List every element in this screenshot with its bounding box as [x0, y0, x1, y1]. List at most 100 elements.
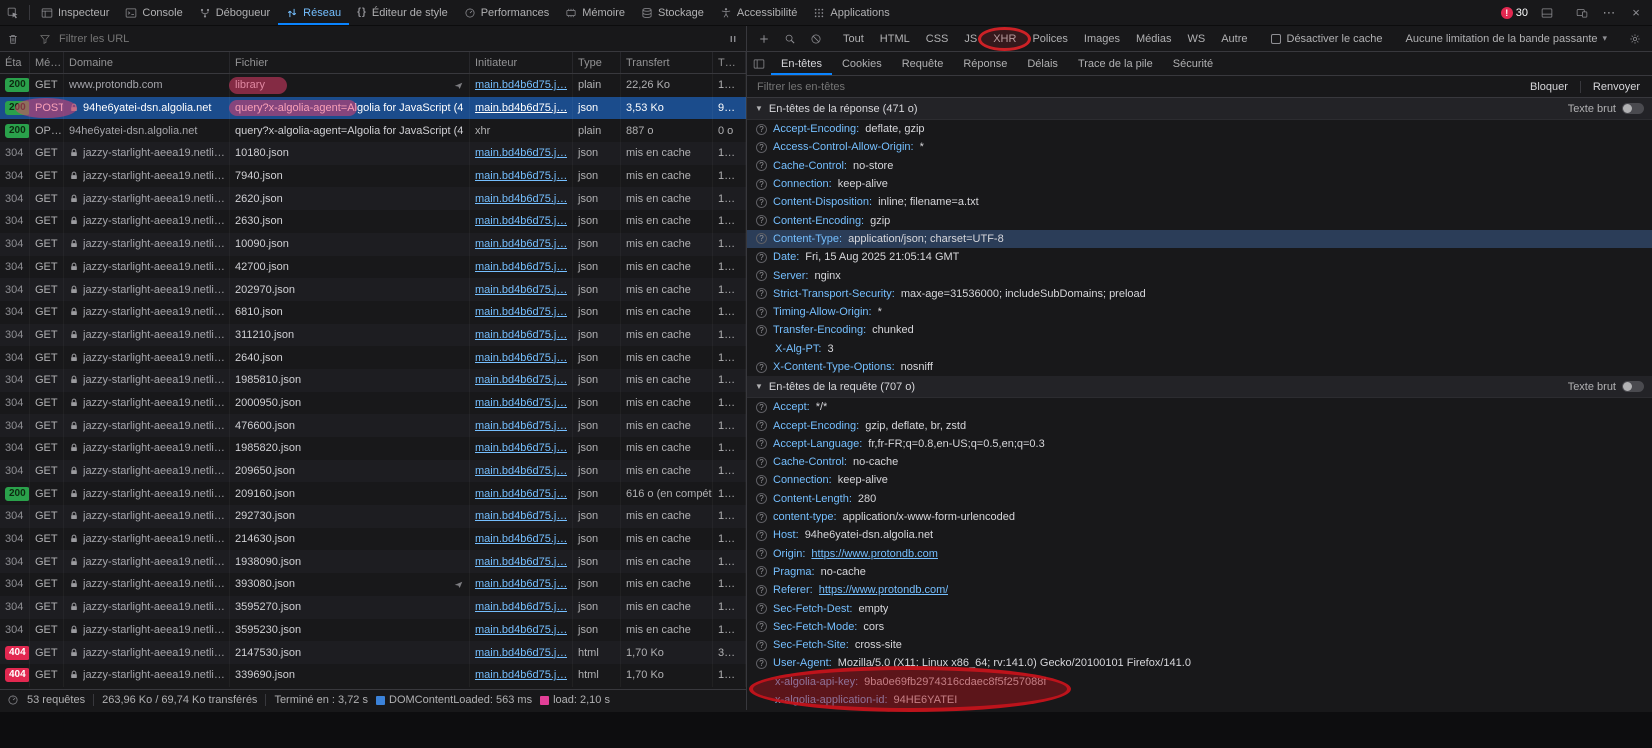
response-header-row[interactable]: ?Accept-Encoding:deflate, gzip	[747, 120, 1652, 138]
request-header-row[interactable]: ?Sec-Fetch-Site:cross-site	[747, 636, 1652, 654]
initiator-link[interactable]: main.bd4b6d75.j…	[475, 397, 567, 409]
header-value[interactable]: https://www.protondb.com	[811, 548, 938, 560]
initiator-link[interactable]: main.bd4b6d75.j…	[475, 578, 567, 590]
header-doc-icon[interactable]: ?	[756, 402, 767, 413]
block-url-button[interactable]: Bloquer	[1526, 81, 1572, 93]
tab-applications[interactable]: Applications	[805, 0, 897, 25]
request-row[interactable]: 304GETjazzy-starlight-aeea19.netli…6810.…	[0, 301, 746, 324]
tab-memoire[interactable]: Mémoire	[557, 0, 633, 25]
new-request-button[interactable]	[751, 33, 777, 45]
response-header-row[interactable]: ?Access-Control-Allow-Origin:*	[747, 138, 1652, 156]
filter-xhr[interactable]: XHR	[986, 31, 1023, 47]
raw-toggle[interactable]	[1622, 103, 1644, 114]
header-doc-icon[interactable]: ?	[756, 307, 767, 318]
pick-element-button[interactable]	[0, 0, 26, 25]
request-row[interactable]: 304GETjazzy-starlight-aeea19.netli…19858…	[0, 437, 746, 460]
resend-button[interactable]: Renvoyer	[1589, 81, 1644, 93]
filter-images[interactable]: Images	[1077, 31, 1127, 47]
header-doc-icon[interactable]: ?	[756, 325, 767, 336]
close-devtools-button[interactable]: ×	[1623, 5, 1649, 20]
request-header-row[interactable]: ?Origin:https://www.protondb.com	[747, 545, 1652, 563]
request-row[interactable]: 200OP…94he6yatei-dsn.algolia.netquery?x-…	[0, 119, 746, 142]
filter-html[interactable]: HTML	[873, 31, 917, 47]
request-row[interactable]: 304GETjazzy-starlight-aeea19.netli…20297…	[0, 278, 746, 301]
request-row[interactable]: 200GETjazzy-starlight-aeea19.netli…20916…	[0, 482, 746, 505]
search-requests-button[interactable]	[777, 33, 803, 45]
expand-panel-button[interactable]	[747, 52, 771, 75]
filter-autre[interactable]: Autre	[1214, 31, 1254, 47]
block-requests-button[interactable]	[803, 33, 829, 45]
request-header-row[interactable]: ?Accept-Encoding:gzip, deflate, br, zstd	[747, 416, 1652, 434]
request-row[interactable]: 304GETjazzy-starlight-aeea19.netli…35952…	[0, 596, 746, 619]
header-doc-icon[interactable]: ?	[756, 124, 767, 135]
initiator-link[interactable]: main.bd4b6d75.j…	[475, 374, 567, 386]
column-header-4[interactable]: Initiateur	[470, 52, 573, 73]
initiator-link[interactable]: main.bd4b6d75.j…	[475, 329, 567, 341]
initiator-link[interactable]: main.bd4b6d75.j…	[475, 170, 567, 182]
header-doc-icon[interactable]: ?	[756, 438, 767, 449]
header-doc-icon[interactable]: ?	[756, 233, 767, 244]
initiator-link[interactable]: main.bd4b6d75.j…	[475, 193, 567, 205]
initiator-link[interactable]: main.bd4b6d75.j…	[475, 261, 567, 273]
column-header-7[interactable]: T…	[713, 52, 746, 73]
request-header-row[interactable]: x-algolia-application-id:94HE6YATEI	[747, 691, 1652, 709]
request-header-row[interactable]: ?Host:94he6yatei-dsn.algolia.net	[747, 526, 1652, 544]
initiator-link[interactable]: main.bd4b6d75.j…	[475, 102, 567, 114]
clear-requests-button[interactable]	[0, 33, 26, 45]
response-header-row[interactable]: ?X-Content-Type-Options:nosniff	[747, 358, 1652, 376]
header-doc-icon[interactable]: ?	[756, 420, 767, 431]
response-header-row[interactable]: ?Timing-Allow-Origin:*	[747, 303, 1652, 321]
header-doc-icon[interactable]: ?	[756, 585, 767, 596]
column-header-0[interactable]: Éta	[0, 52, 30, 73]
request-header-row[interactable]: ?Sec-Fetch-Dest:empty	[747, 599, 1652, 617]
header-doc-icon[interactable]: ?	[756, 603, 767, 614]
column-header-5[interactable]: Type	[573, 52, 621, 73]
tab-editeur-de-style[interactable]: {}Éditeur de style	[349, 0, 456, 25]
initiator-link[interactable]: main.bd4b6d75.j…	[475, 79, 567, 91]
detail-tab-sécurité[interactable]: Sécurité	[1163, 52, 1223, 75]
header-doc-icon[interactable]: ?	[756, 179, 767, 190]
response-header-row[interactable]: ?Cache-Control:no-store	[747, 157, 1652, 175]
request-header-row[interactable]: ?Accept-Language:fr,fr-FR;q=0.8,en-US;q=…	[747, 435, 1652, 453]
header-doc-icon[interactable]: ?	[756, 215, 767, 226]
detail-tab-cookies[interactable]: Cookies	[832, 52, 892, 75]
error-count-badge[interactable]: ! 30	[1496, 7, 1533, 19]
header-doc-icon[interactable]: ?	[756, 512, 767, 523]
initiator-link[interactable]: main.bd4b6d75.j…	[475, 601, 567, 613]
header-doc-icon[interactable]: ?	[756, 475, 767, 486]
initiator-link[interactable]: main.bd4b6d75.j…	[475, 420, 567, 432]
response-header-row[interactable]: ?Transfer-Encoding:chunked	[747, 321, 1652, 339]
request-row[interactable]: 304GETjazzy-starlight-aeea19.netli…31121…	[0, 324, 746, 347]
request-row[interactable]: 304GETjazzy-starlight-aeea19.netli…21463…	[0, 528, 746, 551]
detail-tab-réponse[interactable]: Réponse	[953, 52, 1017, 75]
initiator-link[interactable]: main.bd4b6d75.j…	[475, 147, 567, 159]
request-header-row[interactable]: x-algolia-api-key:9ba0e69fb2974316cdaec8…	[747, 673, 1652, 691]
url-filter-input[interactable]	[57, 32, 714, 46]
tab-debogueur[interactable]: Débogueur	[191, 0, 278, 25]
throttling-dropdown[interactable]: Aucune limitation de la bande passante ▾	[1399, 33, 1615, 45]
initiator-link[interactable]: main.bd4b6d75.j…	[475, 647, 567, 659]
header-doc-icon[interactable]: ?	[756, 548, 767, 559]
response-header-row[interactable]: ?Content-Disposition:inline; filename=a.…	[747, 193, 1652, 211]
response-header-row[interactable]: ?Content-Encoding:gzip	[747, 211, 1652, 229]
request-header-row[interactable]: ?content-type:application/x-www-form-url…	[747, 508, 1652, 526]
filter-polices[interactable]: Polices	[1025, 31, 1074, 47]
request-row[interactable]: 200GETwww.protondb.comlibrarymain.bd4b6d…	[0, 74, 746, 97]
response-header-row[interactable]: ?Content-Type:application/json; charset=…	[747, 230, 1652, 248]
initiator-link[interactable]: main.bd4b6d75.j…	[475, 465, 567, 477]
response-header-row[interactable]: X-Alg-PT:3	[747, 340, 1652, 358]
request-row[interactable]: 304GETjazzy-starlight-aeea19.netli…29273…	[0, 505, 746, 528]
split-console-button[interactable]	[1534, 7, 1560, 19]
detail-tab-délais[interactable]: Délais	[1017, 52, 1068, 75]
request-row[interactable]: 404GETjazzy-starlight-aeea19.netli…21475…	[0, 641, 746, 664]
header-doc-icon[interactable]: ?	[756, 288, 767, 299]
request-row[interactable]: 304GETjazzy-starlight-aeea19.netli…20965…	[0, 460, 746, 483]
request-headers-section-header[interactable]: ▼ En-têtes de la requête (707 o) Texte b…	[747, 376, 1652, 398]
header-doc-icon[interactable]: ?	[756, 160, 767, 171]
request-row[interactable]: 304GETjazzy-starlight-aeea19.netli…42700…	[0, 256, 746, 279]
request-header-row[interactable]: ?Connection:keep-alive	[747, 471, 1652, 489]
column-header-2[interactable]: Domaine	[64, 52, 230, 73]
initiator-link[interactable]: main.bd4b6d75.j…	[475, 238, 567, 250]
request-row[interactable]: 304GETjazzy-starlight-aeea19.netli…2640.…	[0, 346, 746, 369]
response-header-row[interactable]: ?Date:Fri, 15 Aug 2025 21:05:14 GMT	[747, 248, 1652, 266]
